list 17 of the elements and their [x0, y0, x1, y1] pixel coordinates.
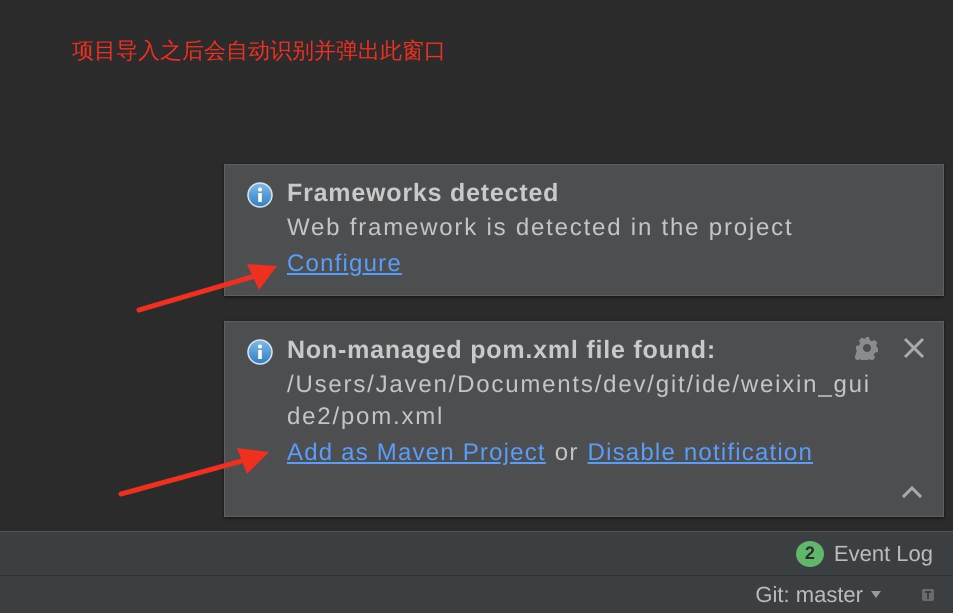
- event-count-badge[interactable]: 2: [796, 540, 824, 566]
- info-icon: [247, 339, 273, 365]
- notification-message: Web framework is detected in the project: [287, 213, 794, 243]
- notification-title: Frameworks detected: [287, 179, 560, 208]
- notification-title: Non-managed pom.xml file found:: [287, 336, 716, 365]
- info-icon: [247, 182, 273, 208]
- collapse-icon[interactable]: [901, 486, 923, 498]
- annotation-note: 项目导入之后会自动识别并弹出此窗口: [72, 38, 447, 66]
- dropdown-icon[interactable]: [871, 591, 881, 598]
- action-link[interactable]: Disable notification: [588, 437, 813, 469]
- action-link[interactable]: Add as Maven Project: [287, 437, 546, 469]
- event-log-button[interactable]: Event Log: [834, 540, 933, 566]
- action-link[interactable]: Configure: [287, 248, 402, 280]
- settings-icon[interactable]: [855, 336, 879, 360]
- close-icon[interactable]: [903, 337, 925, 359]
- separator-text: or: [554, 438, 579, 468]
- git-branch-label[interactable]: Git: master: [755, 582, 863, 608]
